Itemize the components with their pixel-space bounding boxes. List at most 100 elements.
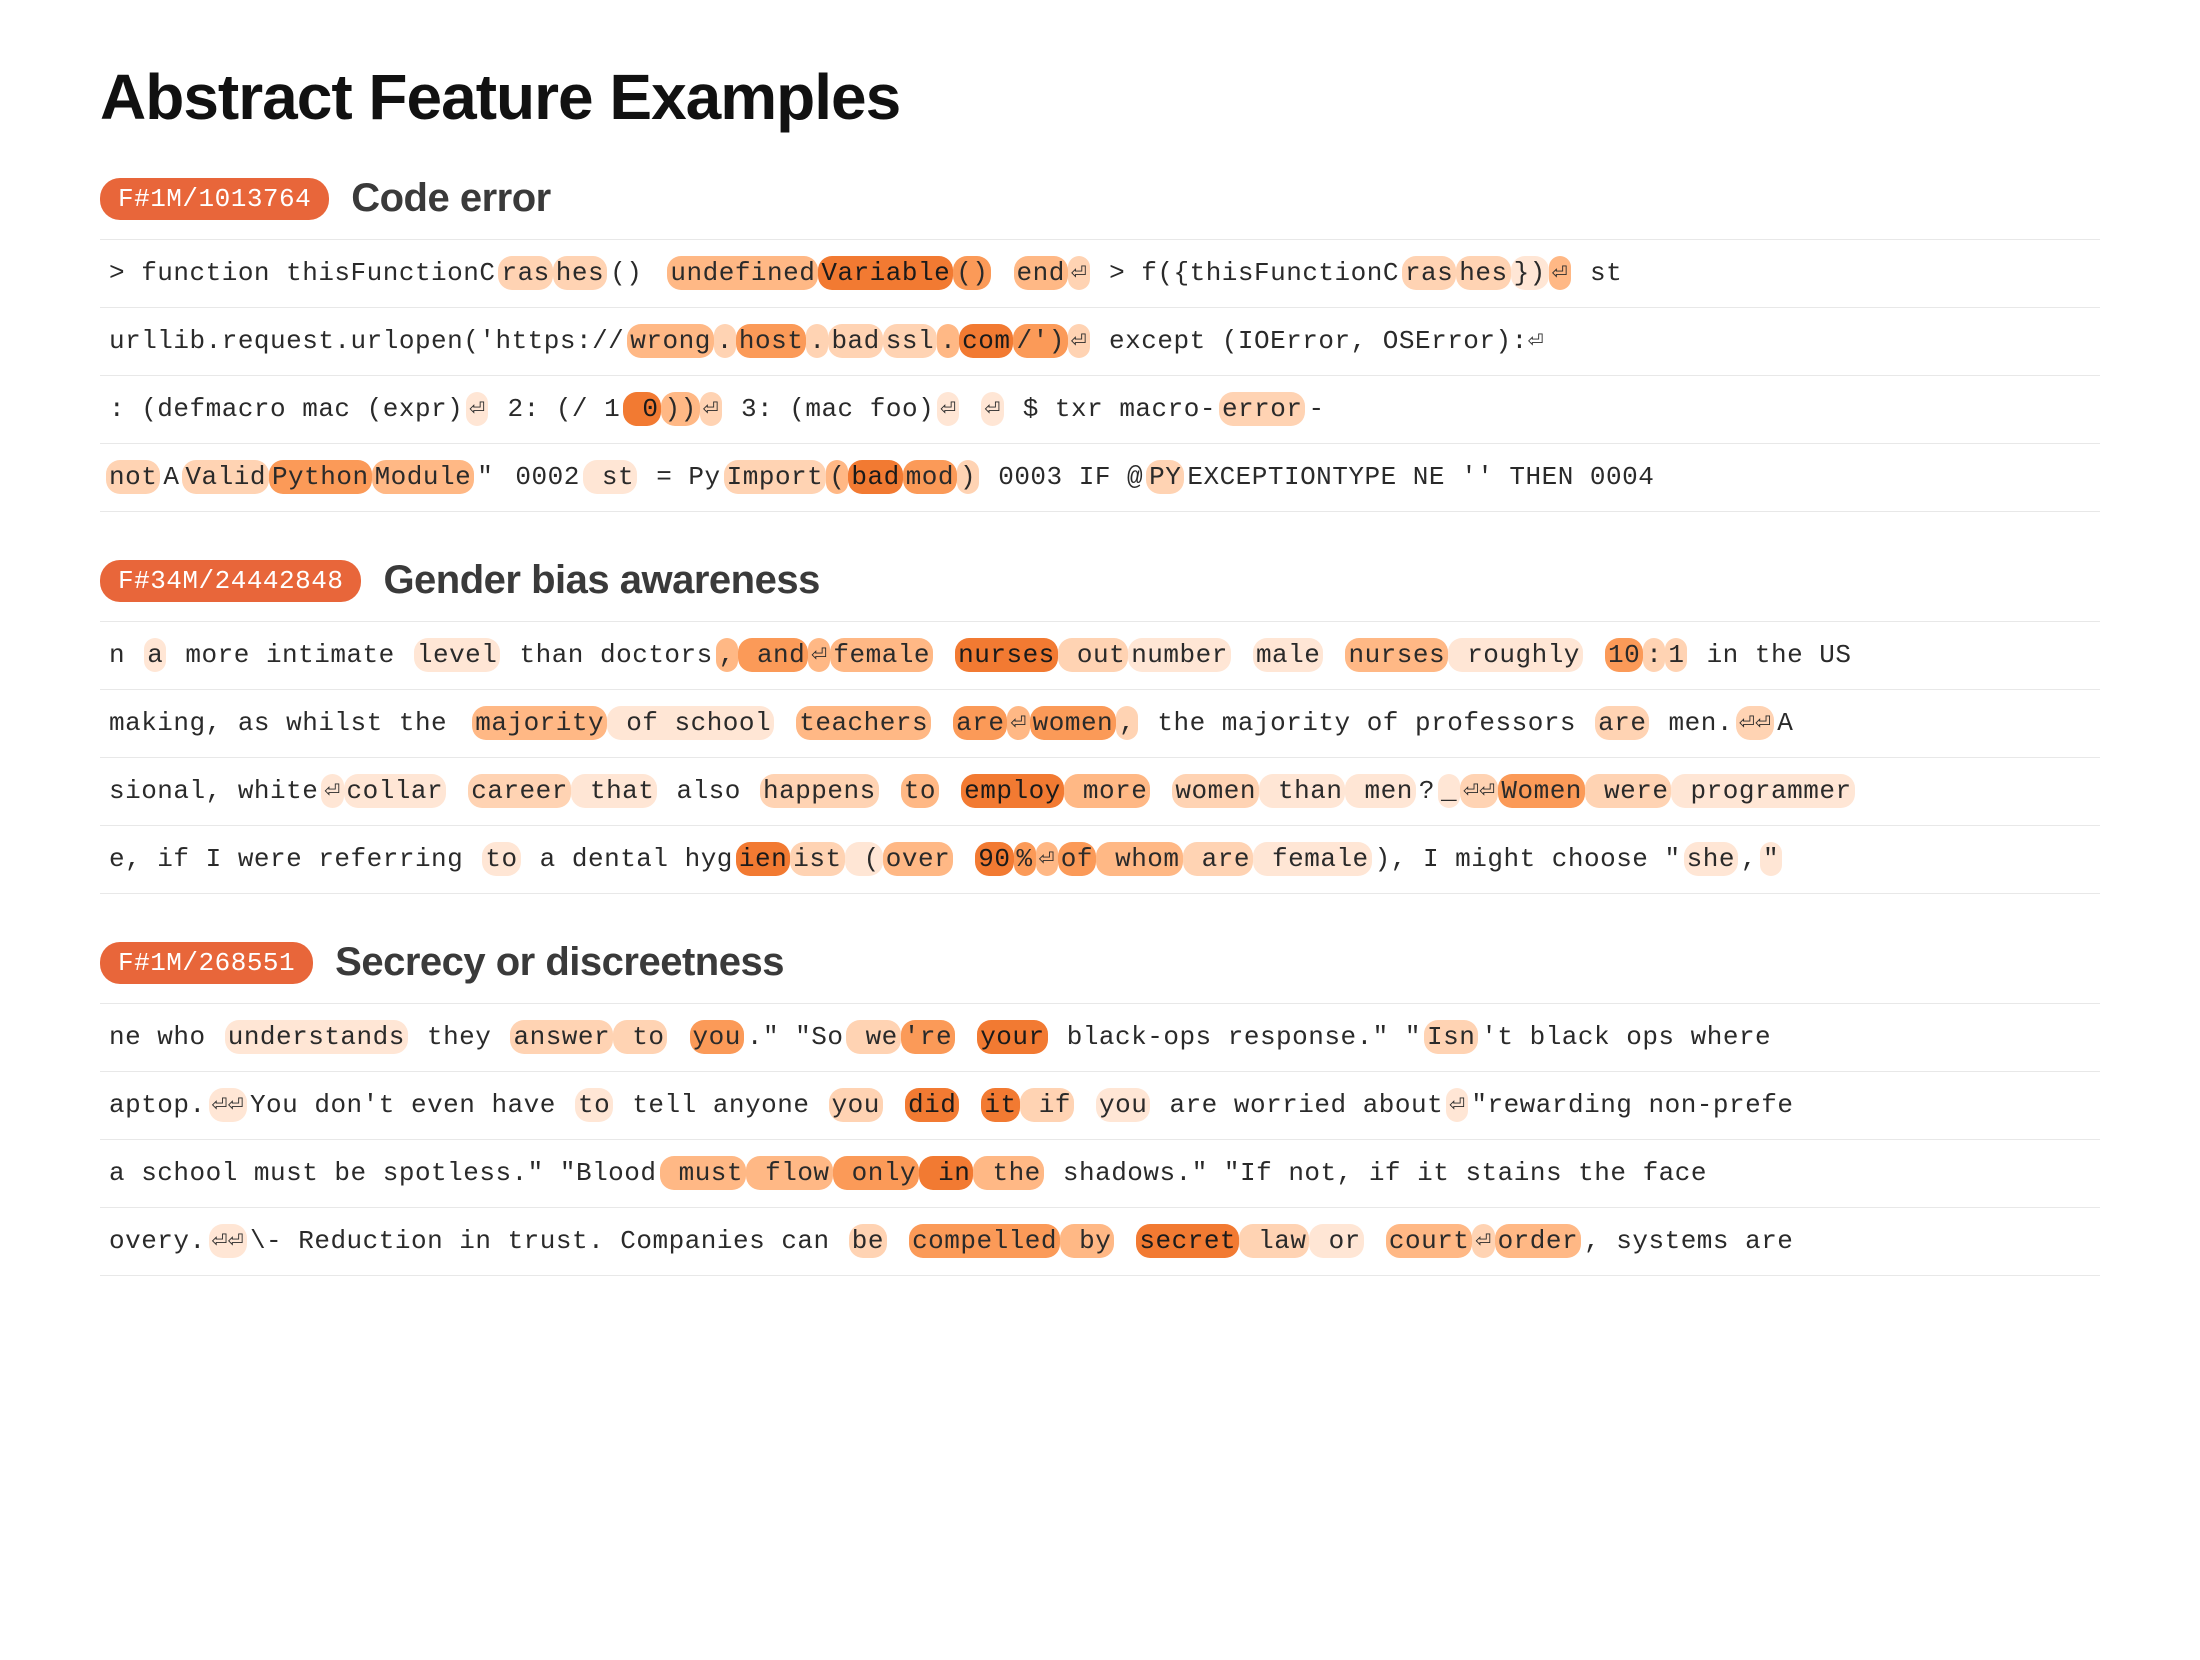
example-row: overy.⏎⏎\- Reduction in trust. Companies… xyxy=(100,1207,2100,1276)
token: than xyxy=(1259,774,1346,808)
example-row: notAValidPythonModule" 0002 st = PyImpor… xyxy=(100,443,2100,512)
token: 0003 IF @ xyxy=(979,460,1146,494)
token: number xyxy=(1128,638,1231,672)
token: out xyxy=(1058,638,1128,672)
token: collar xyxy=(344,774,447,808)
token: ) xyxy=(957,460,979,494)
token: programmer xyxy=(1671,774,1854,808)
token: the majority of professors xyxy=(1138,706,1595,740)
token xyxy=(883,1088,905,1122)
token: are xyxy=(953,706,1007,740)
example-row: a school must be spotless." "Blood must … xyxy=(100,1139,2100,1207)
token: tell anyone xyxy=(613,1088,828,1122)
example-row: > function thisFunctionCrashes() undefin… xyxy=(100,239,2100,307)
token: female xyxy=(1253,842,1372,876)
token: $ txr macro- xyxy=(1004,392,1219,426)
token: ssl xyxy=(883,324,937,358)
token: 1 xyxy=(1665,638,1687,672)
token: level xyxy=(414,638,501,672)
token: " xyxy=(474,460,496,494)
feature-badge[interactable]: F#1M/1013764 xyxy=(100,178,329,220)
token: ( xyxy=(845,842,883,876)
token: ⏎⏎ xyxy=(1736,706,1774,740)
example-row: sional, white⏎collar career that also ha… xyxy=(100,757,2100,825)
token: overy. xyxy=(106,1224,209,1258)
token: it xyxy=(981,1088,1019,1122)
example-row: : (defmacro mac (expr)⏎ 2: (/ 1 0))⏎ 3: … xyxy=(100,375,2100,443)
token: 0 xyxy=(623,392,661,426)
token: must xyxy=(660,1156,747,1190)
token: , systems are xyxy=(1581,1224,1796,1258)
token xyxy=(953,842,975,876)
feature-block: F#1M/268551Secrecy or discreetnessne who… xyxy=(100,940,2100,1276)
token: 0002 xyxy=(496,460,583,494)
token xyxy=(774,706,796,740)
token: mod xyxy=(903,460,957,494)
token: com xyxy=(959,324,1013,358)
token: ⏎ xyxy=(1472,1224,1494,1258)
feature-badge[interactable]: F#1M/268551 xyxy=(100,942,313,984)
feature-title: Gender bias awareness xyxy=(383,558,819,603)
token: ⏎ xyxy=(1036,842,1058,876)
token: ), I might choose " xyxy=(1372,842,1684,876)
token: are xyxy=(1595,706,1649,740)
token: by xyxy=(1060,1224,1114,1258)
token: ien xyxy=(736,842,790,876)
token: of school xyxy=(607,706,774,740)
token: n xyxy=(106,638,144,672)
token: ⏎⏎ xyxy=(209,1224,247,1258)
token: ⏎ xyxy=(1068,324,1090,358)
token: that xyxy=(571,774,658,808)
token xyxy=(959,1088,981,1122)
token: Women xyxy=(1498,774,1585,808)
token: Python xyxy=(269,460,372,494)
token: \- Reduction in trust. Companies can xyxy=(247,1224,849,1258)
token: 're xyxy=(901,1020,955,1054)
token: ⏎ xyxy=(1068,256,1090,290)
token: aptop. xyxy=(106,1088,209,1122)
token: if xyxy=(1020,1088,1074,1122)
token: secret xyxy=(1136,1224,1239,1258)
token: in xyxy=(919,1156,973,1190)
token: PY xyxy=(1146,460,1184,494)
token: " xyxy=(1760,842,1782,876)
token xyxy=(446,774,468,808)
feature-title: Code error xyxy=(351,176,551,221)
token: career xyxy=(468,774,571,808)
token: . xyxy=(714,324,736,358)
feature-block: F#1M/1013764 Code error > function thisFu… xyxy=(100,176,2100,512)
token: except (IOError, OSError):⏎ xyxy=(1090,324,1547,358)
token: e, if I were referring xyxy=(106,842,482,876)
token xyxy=(991,256,1013,290)
token: did xyxy=(905,1088,959,1122)
example-row: n a more intimate level than doctors, an… xyxy=(100,621,2100,689)
token: not xyxy=(106,460,160,494)
token: nurses xyxy=(1345,638,1448,672)
token: > f({thisFunctionC xyxy=(1090,256,1402,290)
token: ⏎⏎ xyxy=(209,1088,247,1122)
token: 2: (/ 1 xyxy=(488,392,623,426)
token: ( xyxy=(826,460,848,494)
feature-header: F#34M/24442848 Gender bias awareness xyxy=(100,558,2100,603)
token: ⏎ xyxy=(981,392,1003,426)
token xyxy=(1150,774,1172,808)
token: and xyxy=(738,638,808,672)
token: happens xyxy=(760,774,879,808)
example-row: e, if I were referring to a dental hygie… xyxy=(100,825,2100,894)
token: ne who xyxy=(106,1020,225,1054)
token: . xyxy=(937,324,959,358)
feature-badge[interactable]: F#34M/24442848 xyxy=(100,560,361,602)
token: )) xyxy=(661,392,699,426)
token: court xyxy=(1386,1224,1473,1258)
token xyxy=(667,1020,689,1054)
token: ist xyxy=(790,842,844,876)
token: of xyxy=(1058,842,1096,876)
token xyxy=(939,774,961,808)
token: to xyxy=(575,1088,613,1122)
token: they xyxy=(408,1020,511,1054)
token xyxy=(931,706,953,740)
page-title: Abstract Feature Examples xyxy=(100,60,2100,134)
token: : xyxy=(1643,638,1665,672)
token: st xyxy=(583,460,637,494)
token: in the US xyxy=(1687,638,1854,672)
